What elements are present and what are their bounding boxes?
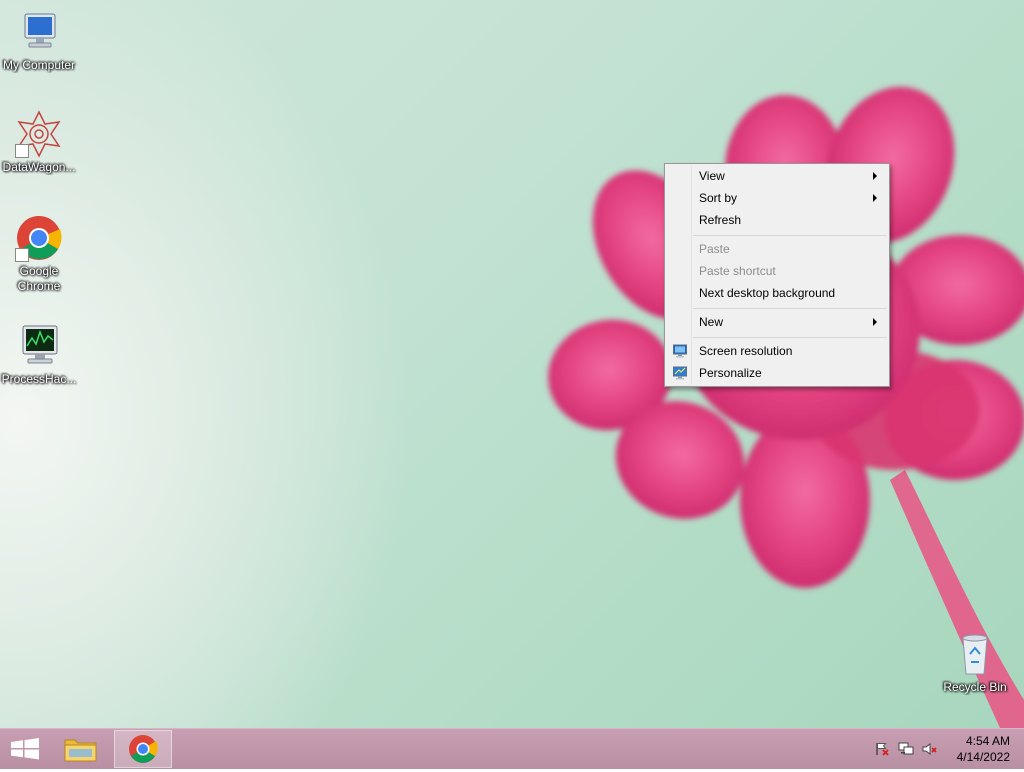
desktop-icon-google-chrome[interactable]: Google Chrome [0, 214, 78, 294]
desktop-icon-label: Recycle Bin [943, 680, 1007, 694]
taskbar: 4:54 AM 4/14/2022 [0, 728, 1024, 769]
monitor-icon [673, 344, 687, 358]
computer-icon [15, 8, 63, 56]
menu-item-label: New [699, 315, 724, 329]
datawagon-icon [15, 110, 63, 158]
menu-item-paste[interactable]: Paste [667, 238, 887, 260]
menu-item-label: Refresh [699, 213, 742, 227]
action-center-flag-icon[interactable] [874, 741, 890, 757]
desktop[interactable]: My Computer DataWagon... Google Chrome P… [0, 0, 1024, 728]
desktop-icon-processhacker[interactable]: ProcessHac... [0, 322, 78, 387]
chrome-icon [129, 735, 158, 763]
menu-item-paste-shortcut[interactable]: Paste shortcut [667, 260, 887, 282]
desktop-icon-recycle-bin[interactable]: Recycle Bin [936, 630, 1014, 695]
menu-item-label: Sort by [699, 191, 738, 205]
menu-separator [693, 235, 887, 236]
volume-muted-icon[interactable] [922, 741, 938, 757]
folder-icon [64, 739, 97, 762]
personalize-icon [673, 366, 687, 380]
desktop-icon-datawagon[interactable]: DataWagon... [0, 110, 78, 175]
menu-item-label: Personalize [699, 366, 762, 380]
menu-separator [693, 337, 887, 338]
recycle-bin-icon [951, 630, 999, 678]
submenu-arrow-icon [873, 172, 877, 180]
menu-item-screen-resolution[interactable]: Screen resolution [667, 340, 887, 362]
shortcut-arrow-icon [15, 144, 29, 158]
menu-item-label: Paste [699, 242, 730, 256]
chrome-taskbar-button[interactable] [114, 730, 172, 768]
menu-item-label: Next desktop background [699, 286, 836, 300]
menu-item-label: Paste shortcut [699, 264, 776, 278]
clock-date: 4/14/2022 [956, 750, 1010, 764]
file-explorer-button[interactable] [56, 730, 106, 768]
desktop-icon-label: DataWagon... [2, 160, 76, 174]
desktop-icon-label: My Computer [2, 58, 76, 72]
start-button[interactable] [0, 730, 50, 768]
taskbar-clock[interactable]: 4:54 AM 4/14/2022 [940, 733, 1010, 765]
desktop-context-menu: View Sort by Refresh Paste Paste shortcu… [664, 163, 890, 387]
menu-item-new[interactable]: New [667, 311, 887, 333]
desktop-icon-my-computer[interactable]: My Computer [0, 8, 78, 73]
desktop-icon-label: Google Chrome [17, 264, 61, 293]
chrome-icon [15, 214, 63, 262]
submenu-arrow-icon [873, 318, 877, 326]
processhacker-icon [15, 322, 63, 370]
menu-item-sort-by[interactable]: Sort by [667, 187, 887, 209]
menu-item-next-desktop-background[interactable]: Next desktop background [667, 282, 887, 304]
windows-logo-icon [11, 738, 39, 760]
menu-item-refresh[interactable]: Refresh [667, 209, 887, 231]
shortcut-arrow-icon [15, 248, 29, 262]
network-icon[interactable] [898, 741, 914, 757]
submenu-arrow-icon [873, 194, 877, 202]
menu-separator [693, 308, 887, 309]
clock-time: 4:54 AM [965, 734, 1010, 748]
desktop-icon-label: ProcessHac... [1, 372, 77, 386]
menu-item-personalize[interactable]: Personalize [667, 362, 887, 384]
menu-item-label: Screen resolution [699, 344, 793, 358]
menu-item-view[interactable]: View [667, 165, 887, 187]
menu-item-label: View [699, 169, 725, 183]
